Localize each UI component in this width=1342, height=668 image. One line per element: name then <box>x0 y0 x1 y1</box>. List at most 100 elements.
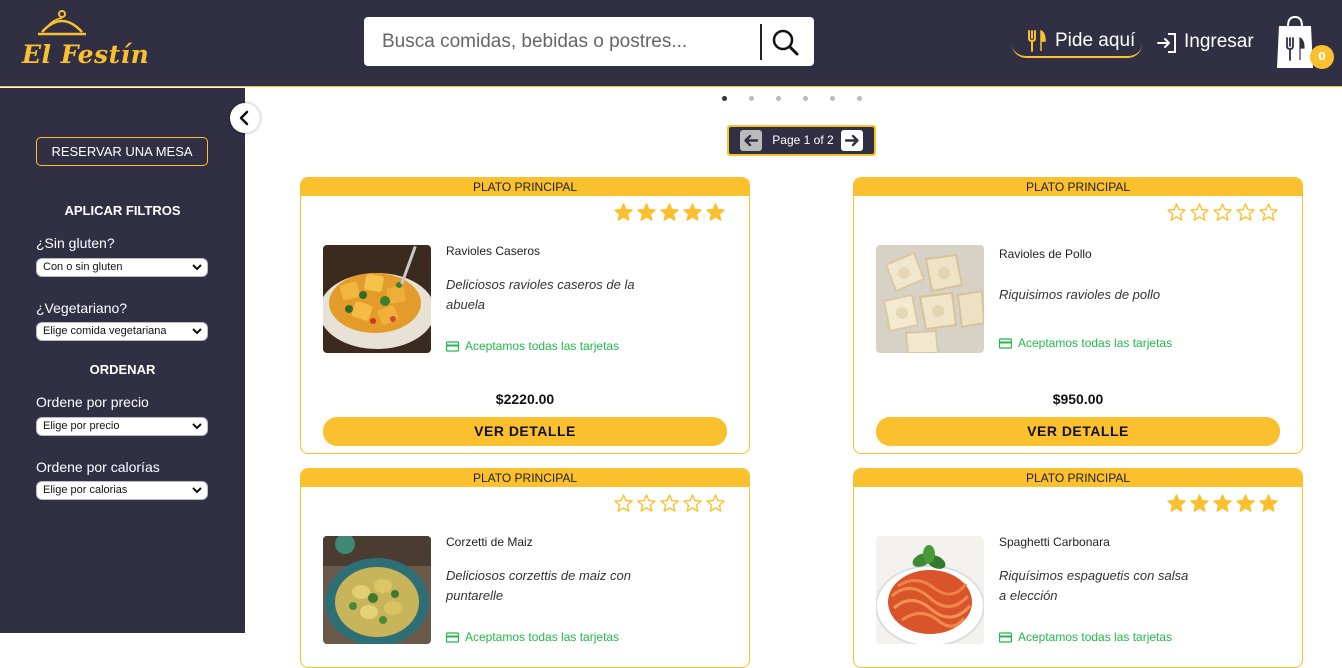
shopping-bag-icon <box>1277 15 1313 68</box>
dish-image[interactable] <box>323 245 431 353</box>
search-icon <box>772 29 799 56</box>
star-empty-icon[interactable] <box>1167 203 1186 222</box>
prev-page-button[interactable] <box>740 130 762 151</box>
price-order-select[interactable]: Elige por precio <box>36 417 208 436</box>
order-heading: ORDENAR <box>89 362 156 377</box>
collapse-sidebar-button[interactable] <box>230 103 260 133</box>
logo-text: El Festín <box>22 40 150 69</box>
rating-stars <box>1167 494 1282 514</box>
star-filled-icon[interactable] <box>614 203 633 222</box>
star-empty-icon[interactable] <box>614 494 633 513</box>
order-here-link[interactable]: Pide aquí <box>1012 28 1142 58</box>
reserve-table-button[interactable]: RESERVAR UNA MESA <box>36 137 208 166</box>
vegetarian-select[interactable]: Elige comida vegetariana <box>36 322 208 341</box>
carousel-dot[interactable] <box>803 96 808 101</box>
search-input[interactable] <box>382 29 752 55</box>
search-bar <box>364 17 814 66</box>
star-filled-icon[interactable] <box>1259 494 1278 513</box>
star-filled-icon[interactable] <box>637 203 656 222</box>
star-filled-icon[interactable] <box>1236 494 1255 513</box>
card-category: PLATO PRINCIPAL <box>854 178 1302 196</box>
star-empty-icon[interactable] <box>683 494 702 513</box>
gluten-select[interactable]: Con o sin gluten <box>36 258 208 277</box>
star-filled-icon[interactable] <box>683 203 702 222</box>
credit-card-icon <box>999 338 1012 349</box>
carousel-dot[interactable] <box>857 96 862 101</box>
price-order-label: Ordene por precio <box>36 394 149 410</box>
chevron-down-icon <box>192 423 202 430</box>
spaghetti-photo <box>876 536 984 644</box>
login-icon <box>1157 33 1176 53</box>
top-header: El Festín Pide aquí Ingresar <box>0 0 1342 87</box>
utensils-icon <box>1028 29 1046 52</box>
vegetarian-label: ¿Vegetariano? <box>36 300 128 316</box>
arrow-right-icon <box>844 134 859 147</box>
gluten-label: ¿Sin gluten? <box>36 235 115 251</box>
view-detail-button[interactable]: VER DETALLE <box>323 417 727 446</box>
dish-description: Riquisimos ravioles de pollo <box>999 287 1161 302</box>
cart-button[interactable] <box>1275 14 1315 70</box>
product-card: PLATO PRINCIPAL Spaghetti Carbonara Riqu… <box>853 468 1303 668</box>
next-page-button[interactable] <box>841 130 863 151</box>
payment-label: Aceptamos todas las tarjetas <box>465 339 620 353</box>
brand-logo[interactable]: El Festín <box>20 8 149 78</box>
search-divider <box>760 24 762 60</box>
chevron-down-icon <box>192 264 202 271</box>
view-detail-button[interactable]: VER DETALLE <box>876 417 1280 446</box>
login-label: Ingresar <box>1184 31 1254 52</box>
dish-image[interactable] <box>876 536 984 644</box>
payment-label: Aceptamos todas las tarjetas <box>1018 336 1173 350</box>
arrow-left-icon <box>744 134 759 147</box>
dish-description: Deliciosos corzettis de maiz con puntare… <box>446 568 631 603</box>
dish-name: Spaghetti Carbonara <box>999 535 1110 549</box>
product-card: PLATO PRINCIPAL Ravioles de Pollo Riquis… <box>853 177 1303 454</box>
star-empty-icon[interactable] <box>660 494 679 513</box>
page-indicator: Page 1 of 2 <box>772 133 834 147</box>
carousel-dot[interactable] <box>722 96 727 101</box>
rating-stars <box>614 203 729 223</box>
credit-card-icon <box>446 341 459 352</box>
star-filled-icon[interactable] <box>660 203 679 222</box>
star-filled-icon[interactable] <box>1213 494 1232 513</box>
chevron-down-icon <box>192 487 202 494</box>
dish-image[interactable] <box>876 245 984 353</box>
search-button[interactable] <box>766 23 806 61</box>
credit-card-icon <box>999 632 1012 643</box>
chevron-down-icon <box>192 328 202 335</box>
star-filled-icon[interactable] <box>1190 494 1209 513</box>
dish-price: $950.00 <box>1052 391 1104 407</box>
dish-name: Ravioles de Pollo <box>999 247 1092 261</box>
star-filled-icon[interactable] <box>706 203 725 222</box>
calories-order-select-value: Elige por calorias <box>43 484 128 496</box>
dish-description: Deliciosos ravioles caseros de la abuela <box>446 277 635 312</box>
cart-count-badge: 0 <box>1310 45 1334 69</box>
carousel-dot[interactable] <box>776 96 781 101</box>
star-empty-icon[interactable] <box>1213 203 1232 222</box>
carousel-dot[interactable] <box>749 96 754 101</box>
calories-order-select[interactable]: Elige por calorias <box>36 481 208 500</box>
filters-sidebar: RESERVAR UNA MESA APLICAR FILTROS ¿Sin g… <box>0 88 245 633</box>
card-category: PLATO PRINCIPAL <box>854 469 1302 487</box>
payment-label: Aceptamos todas las tarjetas <box>465 630 620 644</box>
star-filled-icon[interactable] <box>1167 494 1186 513</box>
dish-name: Ravioles Caseros <box>446 244 541 258</box>
corzetti-photo <box>323 536 431 644</box>
star-empty-icon[interactable] <box>1259 203 1278 222</box>
product-card: PLATO PRINCIPAL Ravioles Caseros Delicio… <box>300 177 750 454</box>
calories-order-label: Ordene por calorías <box>36 459 160 475</box>
star-empty-icon[interactable] <box>1236 203 1255 222</box>
carousel-dot[interactable] <box>830 96 835 101</box>
star-empty-icon[interactable] <box>637 494 656 513</box>
payment-label: Aceptamos todas las tarjetas <box>1018 630 1173 644</box>
dish-image[interactable] <box>323 536 431 644</box>
credit-card-icon <box>446 632 459 643</box>
card-category: PLATO PRINCIPAL <box>301 469 749 487</box>
price-order-select-value: Elige por precio <box>43 420 120 432</box>
dish-price: $2220.00 <box>495 391 555 407</box>
chicken-ravioli-photo <box>876 245 984 353</box>
order-here-label: Pide aquí <box>1055 30 1136 51</box>
star-empty-icon[interactable] <box>1190 203 1209 222</box>
gluten-select-value: Con o sin gluten <box>43 261 123 273</box>
star-empty-icon[interactable] <box>706 494 725 513</box>
product-card: PLATO PRINCIPAL Corzetti de Maiz Delicio… <box>300 468 750 668</box>
